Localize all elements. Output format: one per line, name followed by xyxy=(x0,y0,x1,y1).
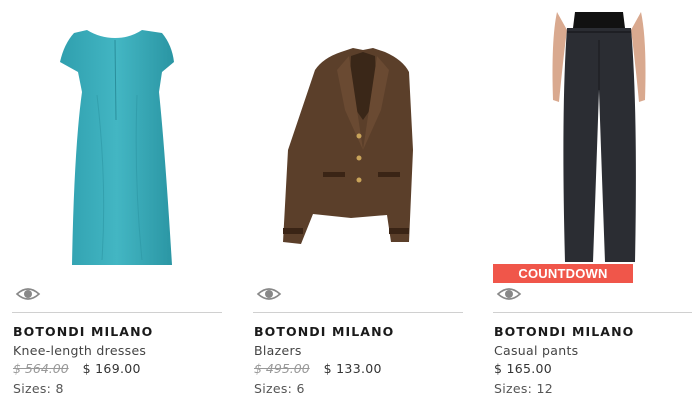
product-card[interactable]: COUNTDOWN BOTONDI MILANO Casual pants $ … xyxy=(493,0,692,404)
product-card[interactable]: BOTONDI MILANO Knee-length dresses $ 564… xyxy=(12,0,222,404)
product-sizes: Sizes: 8 xyxy=(13,381,64,396)
product-image-teal-dress[interactable] xyxy=(12,0,222,270)
price-row: $ 564.00 $ 169.00 xyxy=(13,361,141,376)
quick-view-eye-icon[interactable] xyxy=(15,285,41,303)
original-price: $ 495.00 xyxy=(254,361,310,376)
quick-view-eye-icon[interactable] xyxy=(256,285,282,303)
divider xyxy=(12,312,222,313)
product-category[interactable]: Blazers xyxy=(254,343,302,358)
product-image-brown-blazer[interactable] xyxy=(253,0,463,270)
countdown-badge: COUNTDOWN xyxy=(493,264,633,283)
product-image-dark-wide-pants[interactable] xyxy=(493,0,692,270)
product-category[interactable]: Knee-length dresses xyxy=(13,343,146,358)
price-row: $ 165.00 xyxy=(494,361,552,376)
original-price: $ 564.00 xyxy=(13,361,69,376)
product-brand[interactable]: BOTONDI MILANO xyxy=(13,324,153,339)
quick-view-eye-icon[interactable] xyxy=(496,285,522,303)
product-category[interactable]: Casual pants xyxy=(494,343,578,358)
product-card[interactable]: BOTONDI MILANO Blazers $ 495.00 $ 133.00… xyxy=(253,0,463,404)
price: $ 165.00 xyxy=(494,361,553,376)
sale-price: $ 169.00 xyxy=(82,361,141,376)
product-brand[interactable]: BOTONDI MILANO xyxy=(494,324,634,339)
price-row: $ 495.00 $ 133.00 xyxy=(254,361,382,376)
divider xyxy=(253,312,463,313)
product-brand[interactable]: BOTONDI MILANO xyxy=(254,324,394,339)
product-sizes: Sizes: 6 xyxy=(254,381,305,396)
divider xyxy=(493,312,692,313)
sale-price: $ 133.00 xyxy=(323,361,382,376)
product-sizes: Sizes: 12 xyxy=(494,381,553,396)
